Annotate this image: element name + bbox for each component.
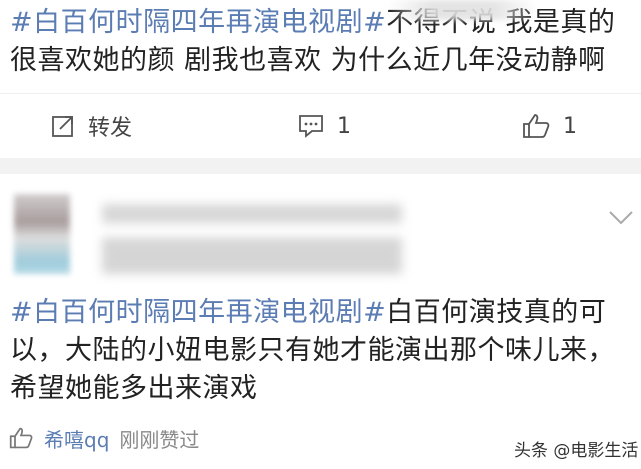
chevron-down-icon — [609, 211, 633, 225]
section-separator — [0, 158, 641, 174]
repost-icon — [52, 116, 73, 137]
comment-button[interactable]: 1 — [297, 102, 351, 150]
small-like-icon — [9, 427, 33, 449]
like-count: 1 — [563, 113, 577, 139]
comment-icon — [299, 115, 323, 138]
comment-text: #白百何时隔四年再演电视剧#白百何演技真的可以，大陆的小妞电影只有她才能演出那个… — [10, 294, 635, 408]
post-text: #白百何时隔四年再演电视剧#不得不说 我是真的很喜欢她的颜 剧我也喜欢 为什么近… — [10, 4, 635, 80]
post-card: #白百何时隔四年再演电视剧#不得不说 我是真的很喜欢她的颜 剧我也喜欢 为什么近… — [0, 0, 641, 162]
liked-by-row: 希嘻qq 刚刚赞过 — [8, 422, 199, 454]
like-icon — [523, 114, 550, 138]
avatar[interactable] — [14, 194, 70, 274]
liker-name[interactable]: 希嘻qq — [44, 424, 109, 453]
comment-hashtag[interactable]: #白百何时隔四年再演电视剧# — [10, 297, 386, 328]
like-button[interactable]: 1 — [521, 102, 577, 150]
repost-label: 转发 — [88, 116, 133, 141]
action-bar: 转发 1 1 — [0, 102, 641, 150]
blurred-area — [388, 0, 538, 20]
repost-button[interactable]: 转发 — [50, 102, 132, 150]
comment-count: 1 — [337, 113, 351, 139]
divider — [0, 93, 641, 94]
liked-text: 刚刚赞过 — [119, 427, 200, 452]
blurred-user-info — [102, 204, 402, 274]
post-hashtag[interactable]: #白百何时隔四年再演电视剧# — [10, 7, 386, 38]
watermark: 头条 @电影生活 — [514, 441, 639, 461]
comment-card: #白百何时隔四年再演电视剧#白百何演技真的可以，大陆的小妞电影只有她才能演出那个… — [0, 174, 641, 469]
chevron-down-button[interactable] — [608, 210, 634, 230]
